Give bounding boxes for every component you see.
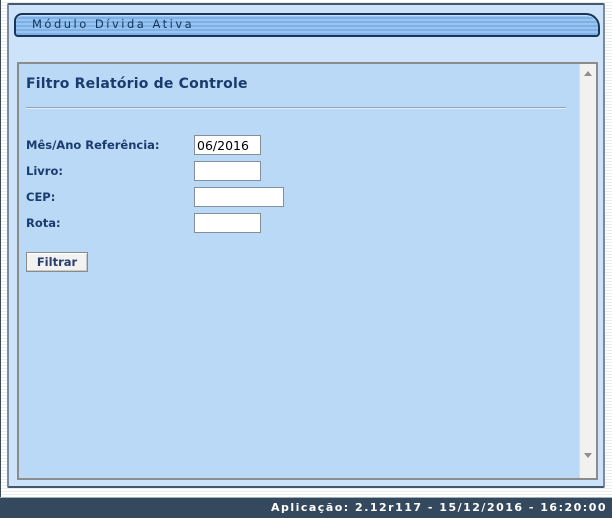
content-panel: Filtro Relatório de Controle Mês/Ano Ref… (17, 62, 598, 480)
cep-input[interactable] (194, 187, 284, 207)
status-text: Aplicação: 2.12r117 - 15/12/2016 - 16:20… (271, 501, 607, 514)
page-title: Filtro Relatório de Controle (26, 76, 248, 92)
heading-divider (26, 107, 566, 109)
rota-label: Rota: (26, 213, 61, 233)
rota-input[interactable] (194, 213, 261, 233)
livro-label: Livro: (26, 161, 63, 181)
mes-ano-referencia-label: Mês/Ano Referência: (26, 135, 160, 155)
page-left-edge (0, 0, 1, 518)
app-window: Módulo Dívida Ativa Filtro Relatório de … (7, 3, 605, 488)
mes-ano-referencia-input[interactable] (194, 135, 261, 155)
scrollbar[interactable] (579, 64, 596, 478)
cep-label: CEP: (26, 187, 55, 207)
status-bar: Aplicação: 2.12r117 - 15/12/2016 - 16:20… (0, 497, 612, 518)
scroll-up-icon[interactable] (584, 71, 592, 76)
window-title: Módulo Dívida Ativa (32, 17, 194, 31)
window-title-bar: Módulo Dívida Ativa (14, 13, 600, 37)
scroll-down-icon[interactable] (584, 453, 592, 458)
filtrar-button[interactable]: Filtrar (26, 252, 88, 272)
livro-input[interactable] (194, 161, 261, 181)
